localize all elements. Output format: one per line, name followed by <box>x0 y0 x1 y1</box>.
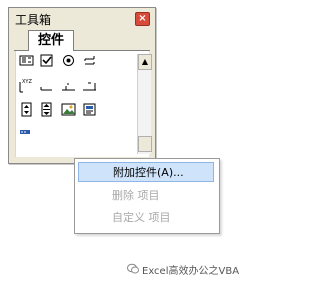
tabstrip-icon[interactable] <box>61 78 76 93</box>
scroll-up-arrow-icon[interactable]: ▲ <box>138 54 152 70</box>
optionbutton-icon[interactable] <box>61 53 76 68</box>
svg-text:XYZ: XYZ <box>22 79 32 85</box>
menu-item-delete-item[interactable]: 删除 项目 <box>78 186 214 206</box>
title-bar[interactable]: 工具箱 × <box>9 8 155 28</box>
watermark: Excel高效办公之VBA <box>127 262 239 277</box>
checkbox-icon[interactable] <box>39 53 54 68</box>
multipage-icon[interactable] <box>82 78 97 93</box>
menu-item-additional-controls[interactable]: 附加控件(A)... <box>78 162 214 182</box>
close-button[interactable]: × <box>135 12 150 26</box>
togglebutton-icon[interactable] <box>82 53 97 68</box>
spinbutton-icon[interactable] <box>19 102 34 117</box>
watermark-text: Excel高效办公之VBA <box>142 266 240 277</box>
label-icon[interactable] <box>19 53 34 68</box>
toolbox-scrollbar[interactable]: ▲ <box>137 54 152 154</box>
refedit-icon[interactable] <box>82 102 97 117</box>
frame-icon[interactable]: XYZ <box>19 78 34 93</box>
scroll-thumb[interactable] <box>138 136 152 152</box>
controls-page: XYZ ▲ <box>15 51 152 157</box>
menu-item-customize-item[interactable]: 自定义 项目 <box>78 208 214 228</box>
toolbox-window: 工具箱 × 控件 XYZ ▲ <box>8 7 156 164</box>
scrollbar-icon[interactable] <box>39 102 54 117</box>
textbox-icon[interactable] <box>19 124 34 139</box>
commandbutton-icon[interactable] <box>39 78 54 93</box>
image-icon[interactable] <box>61 102 76 117</box>
context-menu: 附加控件(A)... 删除 项目 自定义 项目 <box>74 158 220 234</box>
wechat-icon <box>127 263 139 277</box>
tab-controls[interactable]: 控件 <box>28 30 74 52</box>
tab-strip: 控件 <box>14 30 150 52</box>
window-title: 工具箱 <box>15 13 52 27</box>
